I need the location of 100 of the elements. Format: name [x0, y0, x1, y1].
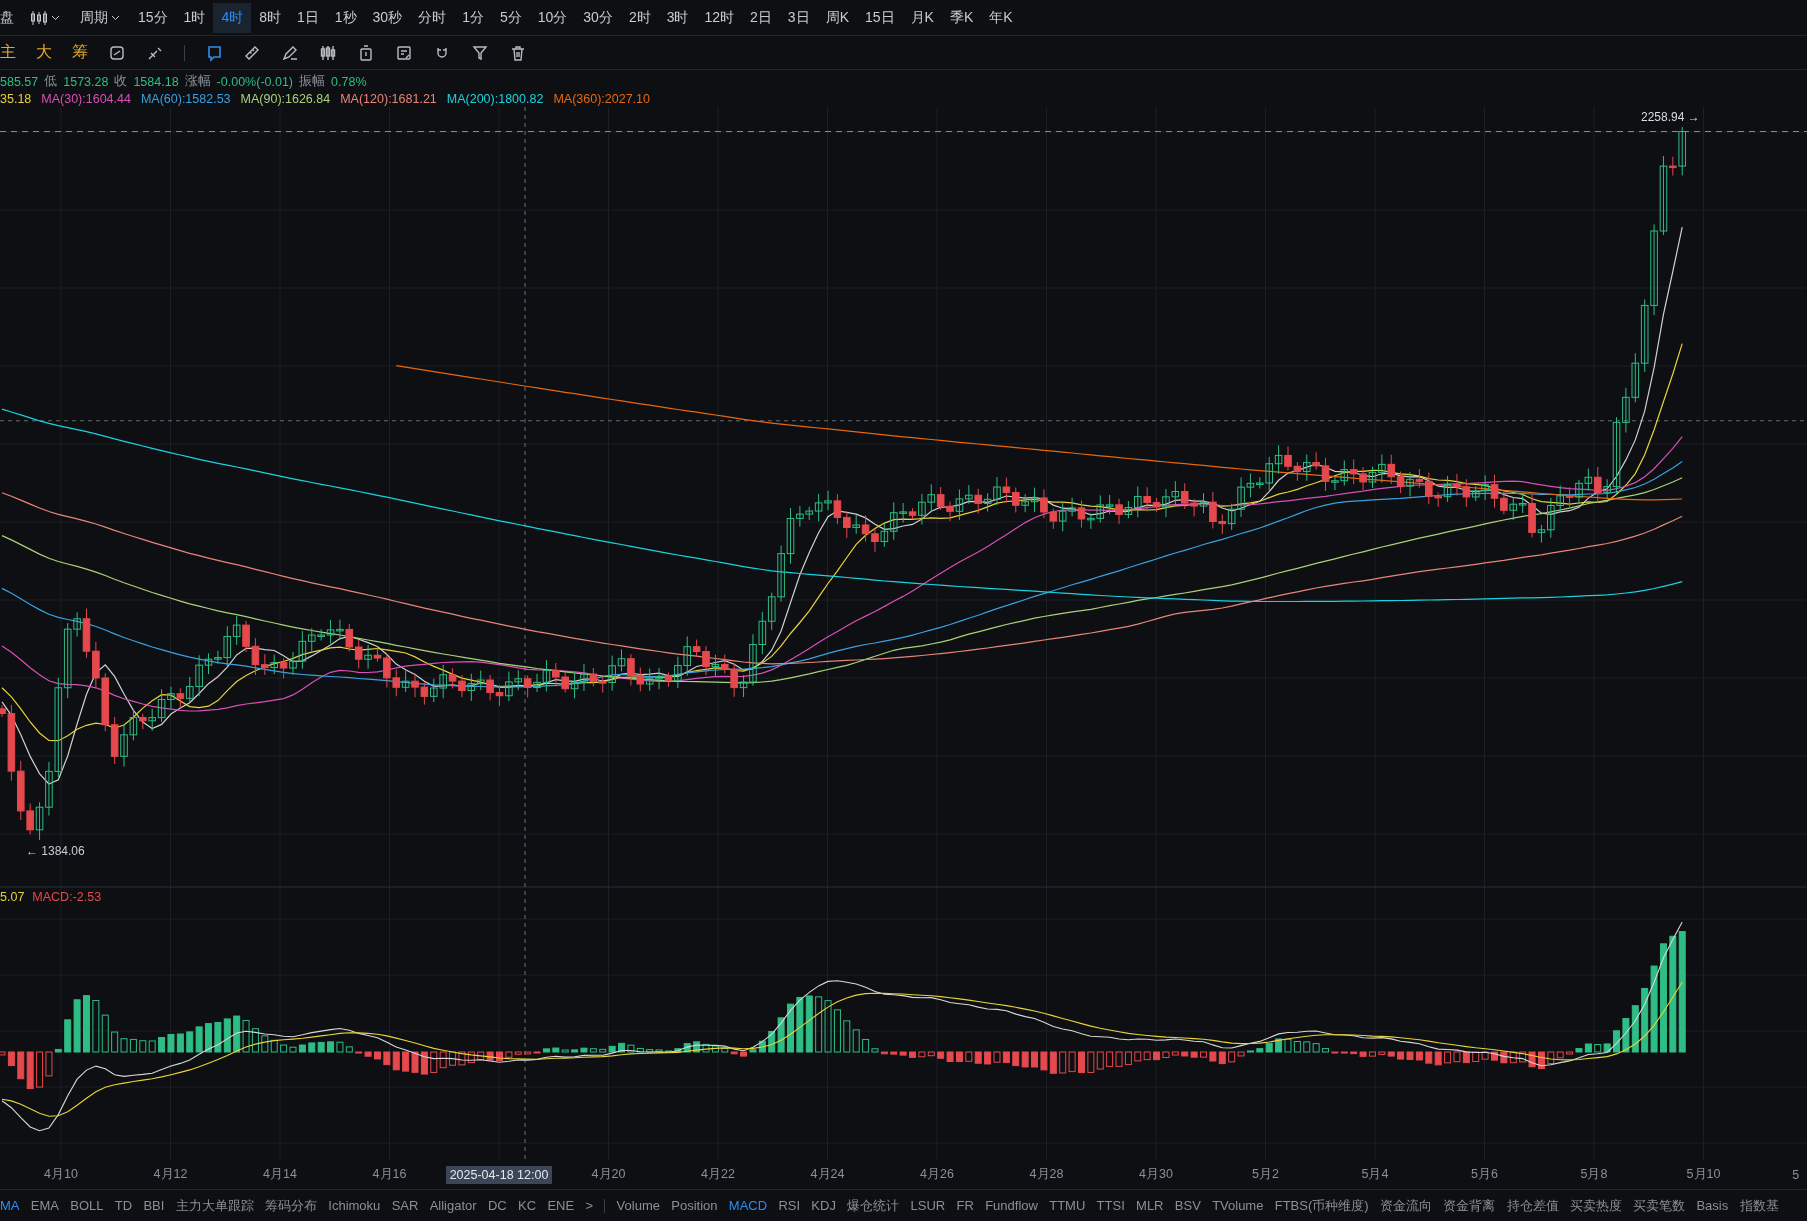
interval-tab[interactable]: 8时	[251, 2, 289, 33]
macd-value: MACD:-2.53	[32, 890, 102, 904]
interval-tab[interactable]: 1分	[454, 2, 492, 33]
date-label: 4月22	[700, 1166, 736, 1183]
indicator-tab[interactable]: 爆仓统计	[847, 1196, 900, 1215]
indicator-tab[interactable]: Basis	[1696, 1198, 1729, 1213]
low-price-label: ← 1384.06	[26, 843, 85, 858]
more-button[interactable]: >	[585, 1198, 593, 1213]
indicator-tab[interactable]: RSI	[778, 1198, 801, 1213]
indicator-tab[interactable]: MA	[0, 1198, 20, 1213]
indicator-tab[interactable]: LSUR	[910, 1198, 946, 1213]
moving-average-value: MA(360):2027.10	[553, 91, 650, 106]
interval-tab[interactable]: 30秒	[364, 2, 411, 33]
macd-value: 5.07	[0, 890, 25, 904]
indicator-tab[interactable]: FTBS(币种维度)	[1274, 1196, 1369, 1215]
moving-average-value: 35.18	[0, 91, 32, 106]
interval-tab[interactable]: 30分	[575, 2, 621, 33]
interval-tab[interactable]: 周K	[817, 2, 857, 33]
pencil-icon[interactable]	[281, 43, 299, 62]
indicator-tab[interactable]: KDJ	[811, 1198, 836, 1213]
legend-label: 涨幅	[184, 73, 211, 90]
chart-mode-button[interactable]: 筹	[72, 42, 88, 63]
moving-average-value: MA(90):1626.84	[240, 91, 331, 106]
indicator-tab[interactable]: BSV	[1174, 1198, 1201, 1213]
date-label: 4月28	[1028, 1166, 1065, 1183]
indicator-tab[interactable]: 持仓差值	[1506, 1196, 1559, 1215]
indicator-tab[interactable]: 指数基	[1739, 1196, 1779, 1215]
indicator-tab[interactable]: 主力大单跟踪	[175, 1196, 254, 1215]
indicator-tab[interactable]: MLR	[1136, 1198, 1164, 1213]
toolbar-tab[interactable]: 盘	[0, 8, 20, 27]
interval-tab[interactable]: 5分	[491, 2, 530, 33]
caret-icon	[111, 14, 120, 21]
indicator-tab[interactable]: KC	[518, 1198, 537, 1213]
interval-tab[interactable]: 年K	[981, 2, 1021, 33]
date-label: 5月10	[1685, 1166, 1722, 1183]
interval-tab[interactable]: 分时	[410, 2, 455, 33]
indicator-tab[interactable]: 买卖笔数	[1633, 1196, 1686, 1215]
high-price-label: 2258.94 →	[1641, 109, 1700, 124]
legend-value: 1573.28	[63, 74, 109, 89]
interval-tab[interactable]: 3时	[658, 2, 697, 33]
moving-average-value: MA(120):1681.21	[340, 91, 437, 106]
interval-tab[interactable]: 月K	[902, 2, 942, 33]
indicator-tab[interactable]: BOLL	[70, 1198, 104, 1213]
interval-tab[interactable]: 4时	[213, 2, 252, 33]
indicator-tab[interactable]: 买卖热度	[1569, 1196, 1622, 1215]
interval-tab[interactable]: 1秒	[326, 2, 365, 33]
timer-icon[interactable]	[357, 43, 375, 62]
date-label: 5月4	[1360, 1166, 1390, 1183]
trash-icon[interactable]	[509, 43, 527, 62]
date-label: 5月6	[1470, 1166, 1499, 1183]
indicator-tab[interactable]: Position	[671, 1198, 718, 1213]
interval-tab[interactable]: 1时	[175, 2, 214, 33]
indicator-tab[interactable]: TTMU	[1049, 1198, 1086, 1213]
indicator-tab[interactable]: TVolume	[1212, 1198, 1264, 1213]
legend-value: 585.57	[0, 74, 39, 89]
interval-tab[interactable]: 10分	[529, 2, 576, 33]
date-label: 4月30	[1138, 1166, 1174, 1183]
moving-average-value: MA(200):1800.82	[446, 91, 544, 106]
indicator-tab[interactable]: EMA	[30, 1198, 59, 1213]
chart-mode-button[interactable]: 大	[36, 42, 52, 63]
indicator-tab[interactable]: FR	[956, 1198, 974, 1213]
legend-value: 0.78%	[331, 74, 367, 89]
interval-tab[interactable]: 12时	[696, 2, 743, 33]
moving-average-value: MA(30):1604.44	[41, 91, 131, 106]
crosshair-time-label: 2025-04-18 12:00	[445, 1165, 553, 1184]
interval-tab[interactable]: 15分	[130, 2, 176, 33]
note-icon[interactable]	[395, 43, 413, 62]
chart-mode-button[interactable]: 主	[0, 42, 16, 63]
indicator-tab[interactable]: ENE	[547, 1198, 575, 1213]
legend-label: 低	[44, 73, 58, 90]
indicator-tab[interactable]: Alligator	[429, 1198, 477, 1213]
indicator-tab[interactable]: Ichimoku	[328, 1198, 381, 1213]
filter-icon[interactable]	[471, 43, 489, 62]
indicator-tab[interactable]: SAR	[391, 1198, 419, 1213]
indicator-tab[interactable]: TTSI	[1096, 1198, 1125, 1213]
sync-icon[interactable]	[108, 43, 126, 62]
indicator-tab[interactable]: 资金背离	[1443, 1196, 1496, 1215]
indicator-tab[interactable]: MACD	[728, 1198, 768, 1213]
indicator-tab[interactable]: Volume	[616, 1198, 660, 1213]
date-label: 4月14	[262, 1166, 298, 1183]
caret-icon[interactable]	[51, 14, 60, 21]
candlestick-chart-icon[interactable]	[30, 10, 48, 25]
indicator-tab[interactable]: 资金流向	[1379, 1196, 1432, 1215]
interval-tab[interactable]: 1日	[288, 2, 327, 33]
indicator-tab[interactable]: DC	[487, 1198, 507, 1213]
candles-icon[interactable]	[319, 43, 337, 62]
interval-tab[interactable]: 2日	[742, 2, 780, 33]
indicator-tab[interactable]: BBI	[143, 1198, 165, 1213]
date-label: 4月10	[43, 1166, 79, 1183]
interval-tab[interactable]: 季K	[941, 2, 982, 33]
interval-tab[interactable]: 2时	[620, 2, 659, 33]
moving-average-value: MA(60):1582.53	[140, 91, 231, 106]
indicator-tab[interactable]: TD	[114, 1198, 133, 1213]
indicator-tab[interactable]: Fundflow	[985, 1198, 1038, 1213]
interval-tab[interactable]: 15日	[857, 2, 903, 33]
interval-tab[interactable]: 3日	[779, 2, 818, 33]
indicator-tab[interactable]: 筹码分布	[265, 1196, 317, 1215]
period-menu[interactable]: 周期	[70, 8, 130, 27]
date-label: 4月12	[152, 1166, 189, 1183]
legend-label: 收	[114, 73, 128, 90]
